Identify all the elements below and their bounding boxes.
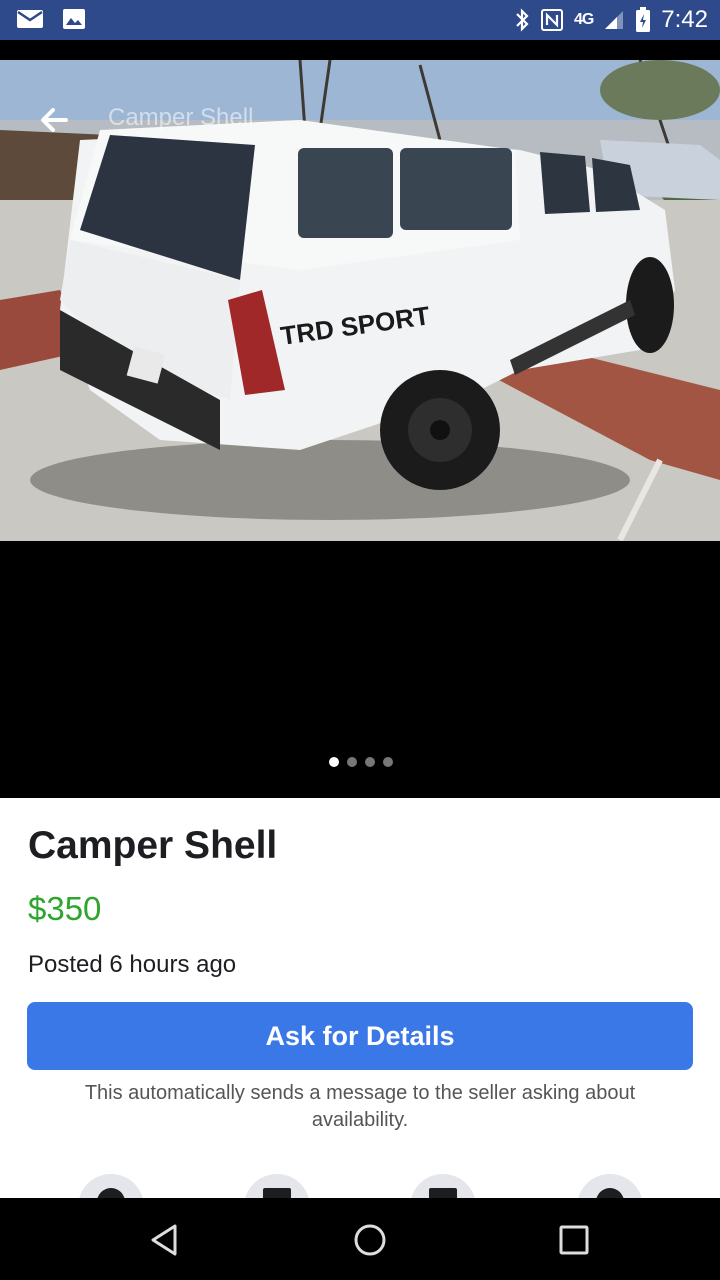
photo-carousel[interactable]: TRD SPORT Camper Shell xyxy=(0,40,720,798)
message-icon xyxy=(97,1188,125,1198)
ask-for-details-button[interactable]: Ask for Details xyxy=(27,1002,693,1070)
status-bar: 4G 7:42 xyxy=(0,0,720,40)
save-icon xyxy=(263,1188,291,1198)
nav-home-icon[interactable] xyxy=(348,1218,392,1262)
nav-back-icon[interactable] xyxy=(142,1218,186,1262)
signal-icon xyxy=(605,11,624,29)
message-button[interactable] xyxy=(78,1174,144,1198)
battery-icon xyxy=(636,7,651,32)
save-button[interactable] xyxy=(244,1174,310,1198)
listing-title: Camper Shell xyxy=(28,824,278,867)
share-icon xyxy=(429,1188,457,1198)
carousel-dot[interactable] xyxy=(365,757,375,767)
nfc-icon xyxy=(540,9,563,31)
image-icon xyxy=(63,9,85,29)
network-type: 4G xyxy=(573,11,594,28)
header-title: Camper Shell xyxy=(108,104,254,131)
carousel-dot[interactable] xyxy=(329,757,339,767)
mail-icon xyxy=(17,10,43,28)
message-note: This automatically sends a message to th… xyxy=(84,1082,636,1131)
system-nav-bar xyxy=(0,1198,720,1280)
clock: 7:42 xyxy=(661,6,708,33)
posted-time: Posted 6 hours ago xyxy=(28,951,237,978)
listing-price: $350 xyxy=(28,890,102,927)
listing-details: Camper Shell $350 Posted 6 hours ago Ask… xyxy=(0,798,720,1198)
action-row xyxy=(0,1170,720,1198)
more-icon xyxy=(596,1188,624,1198)
carousel-indicator xyxy=(329,757,393,767)
more-button[interactable] xyxy=(577,1174,643,1198)
share-button[interactable] xyxy=(410,1174,476,1198)
carousel-dot[interactable] xyxy=(347,757,357,767)
listing-photo[interactable]: TRD SPORT xyxy=(0,60,720,541)
nav-recents-icon[interactable] xyxy=(552,1218,596,1262)
carousel-dot[interactable] xyxy=(383,757,393,767)
bluetooth-icon xyxy=(516,8,529,32)
back-arrow-icon[interactable] xyxy=(34,100,74,140)
